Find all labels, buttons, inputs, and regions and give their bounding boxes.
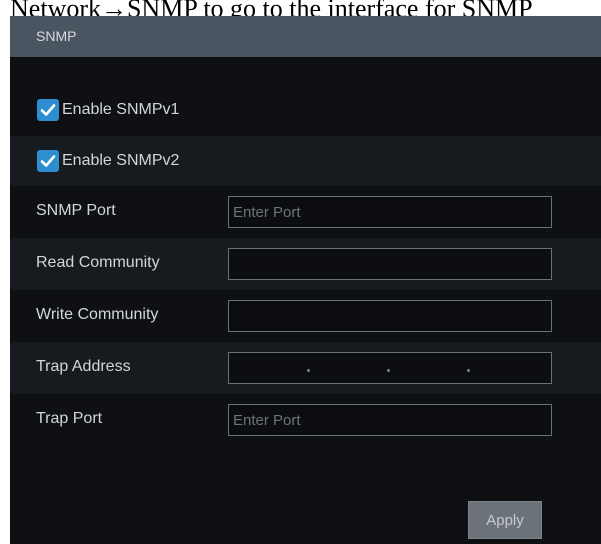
snmp-panel: SNMP Enable SNMPv1 Enable SNMPv2 SNMP Po… — [10, 16, 601, 544]
ip-separator-dot — [387, 369, 390, 372]
checkbox-checked-icon — [37, 150, 59, 172]
panel-header: SNMP — [10, 16, 601, 57]
snmp-port-input[interactable] — [228, 196, 552, 228]
read-community-input[interactable] — [228, 248, 552, 280]
ip-separator-dot — [467, 369, 470, 372]
write-community-row: Write Community — [10, 290, 601, 342]
enable-snmpv1-checkbox[interactable]: Enable SNMPv1 — [37, 99, 179, 121]
apply-button[interactable]: Apply — [468, 501, 542, 539]
write-community-label: Write Community — [36, 306, 159, 323]
enable-snmpv1-label: Enable SNMPv1 — [62, 101, 180, 118]
enable-snmpv2-row: Enable SNMPv2 — [10, 136, 601, 188]
trap-address-ip-input[interactable] — [228, 352, 552, 384]
panel-title: SNMP — [36, 28, 77, 44]
enable-snmpv1-row: Enable SNMPv1 — [10, 85, 601, 137]
enable-snmpv2-checkbox[interactable]: Enable SNMPv2 — [37, 150, 179, 172]
snmp-port-row: SNMP Port — [10, 186, 601, 238]
checkbox-checked-icon — [37, 99, 59, 121]
trap-port-label: Trap Port — [36, 410, 103, 427]
trap-address-label: Trap Address — [36, 358, 131, 375]
trap-address-row: Trap Address — [10, 342, 601, 394]
snmp-port-label: SNMP Port — [36, 202, 116, 219]
write-community-input[interactable] — [228, 300, 552, 332]
enable-snmpv2-label: Enable SNMPv2 — [62, 152, 180, 169]
trap-port-row: Trap Port — [10, 394, 601, 446]
ip-separator-dot — [307, 369, 310, 372]
read-community-label: Read Community — [36, 254, 160, 271]
read-community-row: Read Community — [10, 238, 601, 290]
trap-port-input[interactable] — [228, 404, 552, 436]
